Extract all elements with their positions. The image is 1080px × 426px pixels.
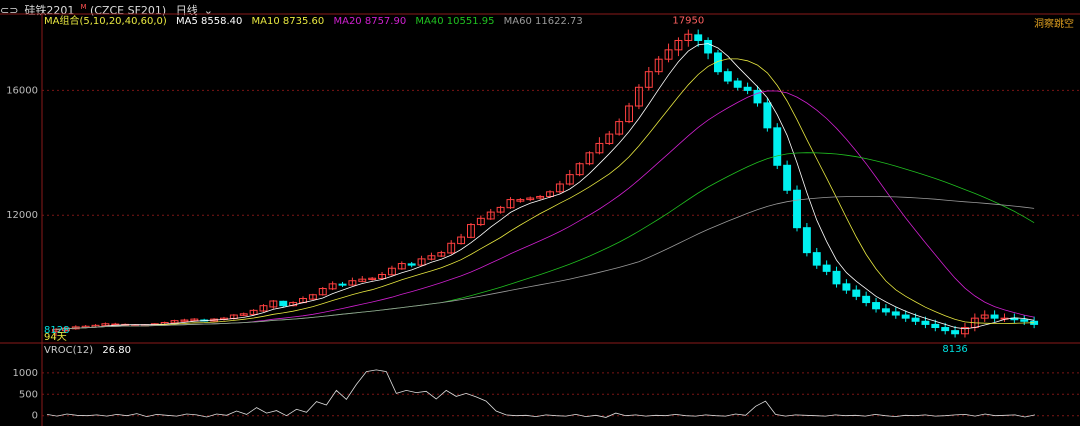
candle-body	[753, 89, 762, 104]
days-label: 94天	[44, 332, 67, 343]
candle-body	[891, 311, 900, 316]
low-annotation: 8136	[942, 344, 967, 355]
candle-body	[822, 264, 831, 272]
candle-body	[931, 323, 940, 329]
high-annotation: 17950	[672, 16, 704, 27]
candle-body	[723, 71, 732, 82]
candle-body	[941, 327, 950, 332]
candle-body	[990, 314, 999, 319]
candle-body	[1020, 319, 1029, 322]
candle-body	[793, 189, 801, 229]
candle-body	[733, 80, 742, 88]
candle-body	[773, 127, 782, 166]
candle-body	[862, 295, 871, 304]
candle-body	[852, 289, 861, 297]
sub-y-tick-label: 500	[19, 389, 38, 400]
candle-body	[802, 227, 811, 254]
vroc-line	[46, 369, 1036, 418]
candle-body	[842, 283, 851, 291]
candle-body	[872, 302, 880, 310]
sub-y-tick-label: 0	[32, 411, 38, 422]
candle-body	[911, 317, 920, 322]
candle-body	[881, 308, 890, 313]
candle-body	[832, 270, 841, 285]
ma20-line	[55, 90, 1035, 330]
candle-body	[763, 102, 772, 129]
candle-body	[783, 164, 792, 191]
chart-canvas[interactable]: 1200016000179508136812894天05001000	[0, 0, 1080, 426]
candle-body	[694, 34, 703, 41]
candle-body	[743, 86, 752, 91]
candle-body	[951, 330, 960, 335]
ma10-line	[55, 58, 1035, 330]
y-tick-label: 16000	[6, 85, 38, 96]
candle-body	[704, 39, 713, 54]
candle-body	[901, 314, 910, 319]
y-tick-label: 12000	[6, 210, 38, 221]
candle-body	[812, 252, 821, 266]
candle-body	[338, 283, 347, 286]
candle-body	[921, 320, 930, 325]
ma5-line	[55, 43, 1035, 330]
sub-y-tick-label: 1000	[13, 368, 38, 379]
candle-body	[407, 263, 416, 266]
candle-body	[279, 300, 288, 307]
